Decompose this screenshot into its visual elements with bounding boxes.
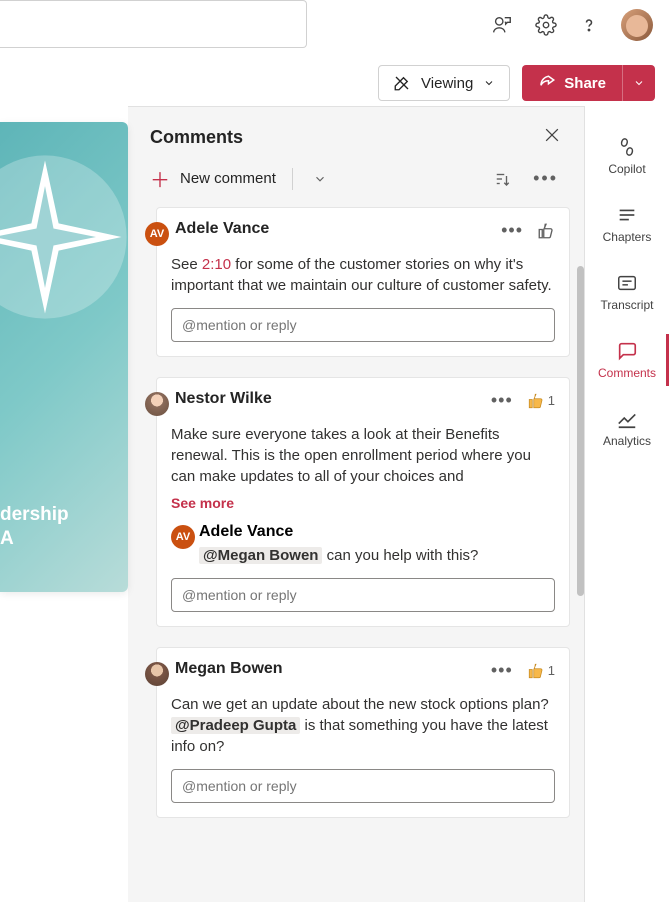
close-icon — [542, 125, 562, 145]
new-comment-dropdown[interactable] — [309, 168, 331, 190]
sidebar-item-comments[interactable]: Comments — [585, 326, 669, 394]
doc-title-line2: A — [0, 527, 124, 552]
sidebar-label: Transcript — [601, 298, 654, 312]
sidebar-label: Chapters — [603, 230, 652, 244]
comment-author: Adele Vance — [175, 220, 269, 238]
thumbs-up-icon — [527, 662, 545, 680]
help-icon[interactable] — [579, 15, 599, 35]
viewing-mode-button[interactable]: Viewing — [378, 65, 510, 101]
reply-input[interactable] — [171, 308, 555, 342]
comment-card: Nestor Wilke ••• 1 Make sure everyone ta… — [156, 377, 570, 627]
like-count: 1 — [548, 393, 555, 408]
sort-icon — [493, 170, 511, 188]
share-button[interactable]: Share — [522, 65, 622, 101]
see-more-link[interactable]: See more — [171, 487, 234, 511]
like-count: 1 — [548, 663, 555, 678]
share-arrow-icon — [538, 74, 556, 92]
reply-input[interactable] — [171, 578, 555, 612]
doc-title-line1: dership — [0, 503, 124, 528]
timestamp-link[interactable]: 2:10 — [202, 256, 231, 273]
comment-body: Can we get an update about the new stock… — [171, 686, 555, 757]
comment-avatar — [145, 392, 169, 416]
comments-more-button[interactable]: ••• — [529, 164, 562, 193]
comment-more-button[interactable]: ••• — [491, 660, 513, 681]
thumbs-up-icon — [537, 222, 555, 240]
copilot-icon — [616, 136, 638, 158]
share-dropdown-button[interactable] — [622, 65, 655, 101]
sidebar-item-copilot[interactable]: Copilot — [585, 122, 669, 190]
thumbs-up-icon — [527, 392, 545, 410]
share-label: Share — [564, 75, 606, 92]
chat-icon[interactable] — [491, 14, 513, 36]
sidebar-label: Comments — [598, 366, 656, 380]
comment-body: See 2:10 for some of the customer storie… — [171, 246, 555, 296]
comment-author: Nestor Wilke — [175, 390, 272, 408]
sort-comments-button[interactable] — [489, 166, 515, 192]
mention-chip[interactable]: @Megan Bowen — [199, 547, 322, 564]
comments-title: Comments — [150, 127, 243, 148]
right-sidebar: Copilot Chapters Transcript Comments Ana… — [584, 106, 669, 902]
reply-input[interactable] — [171, 769, 555, 803]
analytics-icon — [616, 408, 638, 430]
like-button[interactable] — [537, 222, 555, 240]
search-input[interactable] — [0, 0, 307, 48]
more-icon: ••• — [533, 168, 558, 189]
pencil-slash-icon — [393, 74, 411, 92]
sidebar-item-transcript[interactable]: Transcript — [585, 258, 669, 326]
comment-more-button[interactable]: ••• — [501, 220, 523, 241]
like-button[interactable]: 1 — [527, 662, 555, 680]
sidebar-item-chapters[interactable]: Chapters — [585, 190, 669, 258]
divider — [292, 168, 293, 190]
nested-reply: AV Adele Vance @Megan Bowen can you help… — [171, 523, 555, 566]
comment-card: Megan Bowen ••• 1 Can we get an update a… — [156, 647, 570, 818]
reply-author: Adele Vance — [199, 523, 555, 541]
mention-chip[interactable]: @Pradeep Gupta — [171, 717, 300, 734]
new-comment-label: New comment — [180, 170, 276, 187]
close-panel-button[interactable] — [542, 125, 562, 150]
comment-avatar — [145, 662, 169, 686]
transcript-icon — [616, 272, 638, 294]
chevron-down-icon — [313, 172, 327, 186]
viewing-label: Viewing — [421, 75, 473, 92]
document-thumbnail[interactable]: dership A — [0, 122, 128, 592]
sidebar-label: Analytics — [603, 434, 651, 448]
comments-panel: Comments ＋ New comment ••• — [128, 106, 584, 902]
sidebar-item-analytics[interactable]: Analytics — [585, 394, 669, 462]
comment-author: Megan Bowen — [175, 660, 283, 678]
comment-more-button[interactable]: ••• — [491, 390, 513, 411]
new-comment-button[interactable]: ＋ New comment — [150, 164, 276, 193]
like-button[interactable]: 1 — [527, 392, 555, 410]
chevron-down-icon — [483, 77, 495, 89]
chevron-down-icon — [633, 77, 645, 89]
comment-icon — [616, 340, 638, 362]
reply-body: @Megan Bowen can you help with this? — [199, 541, 555, 566]
sidebar-label: Copilot — [608, 162, 645, 176]
comment-avatar: AV — [145, 222, 169, 246]
plus-icon: ＋ — [150, 164, 170, 193]
list-icon — [616, 204, 638, 226]
reply-avatar: AV — [171, 525, 195, 549]
compass-star-icon — [0, 152, 128, 322]
comment-card: AV Adele Vance ••• See 2:10 for some of … — [156, 207, 570, 357]
scrollbar[interactable] — [577, 266, 584, 596]
user-avatar[interactable] — [621, 9, 653, 41]
comment-body: Make sure everyone takes a look at their… — [171, 416, 555, 487]
settings-icon[interactable] — [535, 14, 557, 36]
